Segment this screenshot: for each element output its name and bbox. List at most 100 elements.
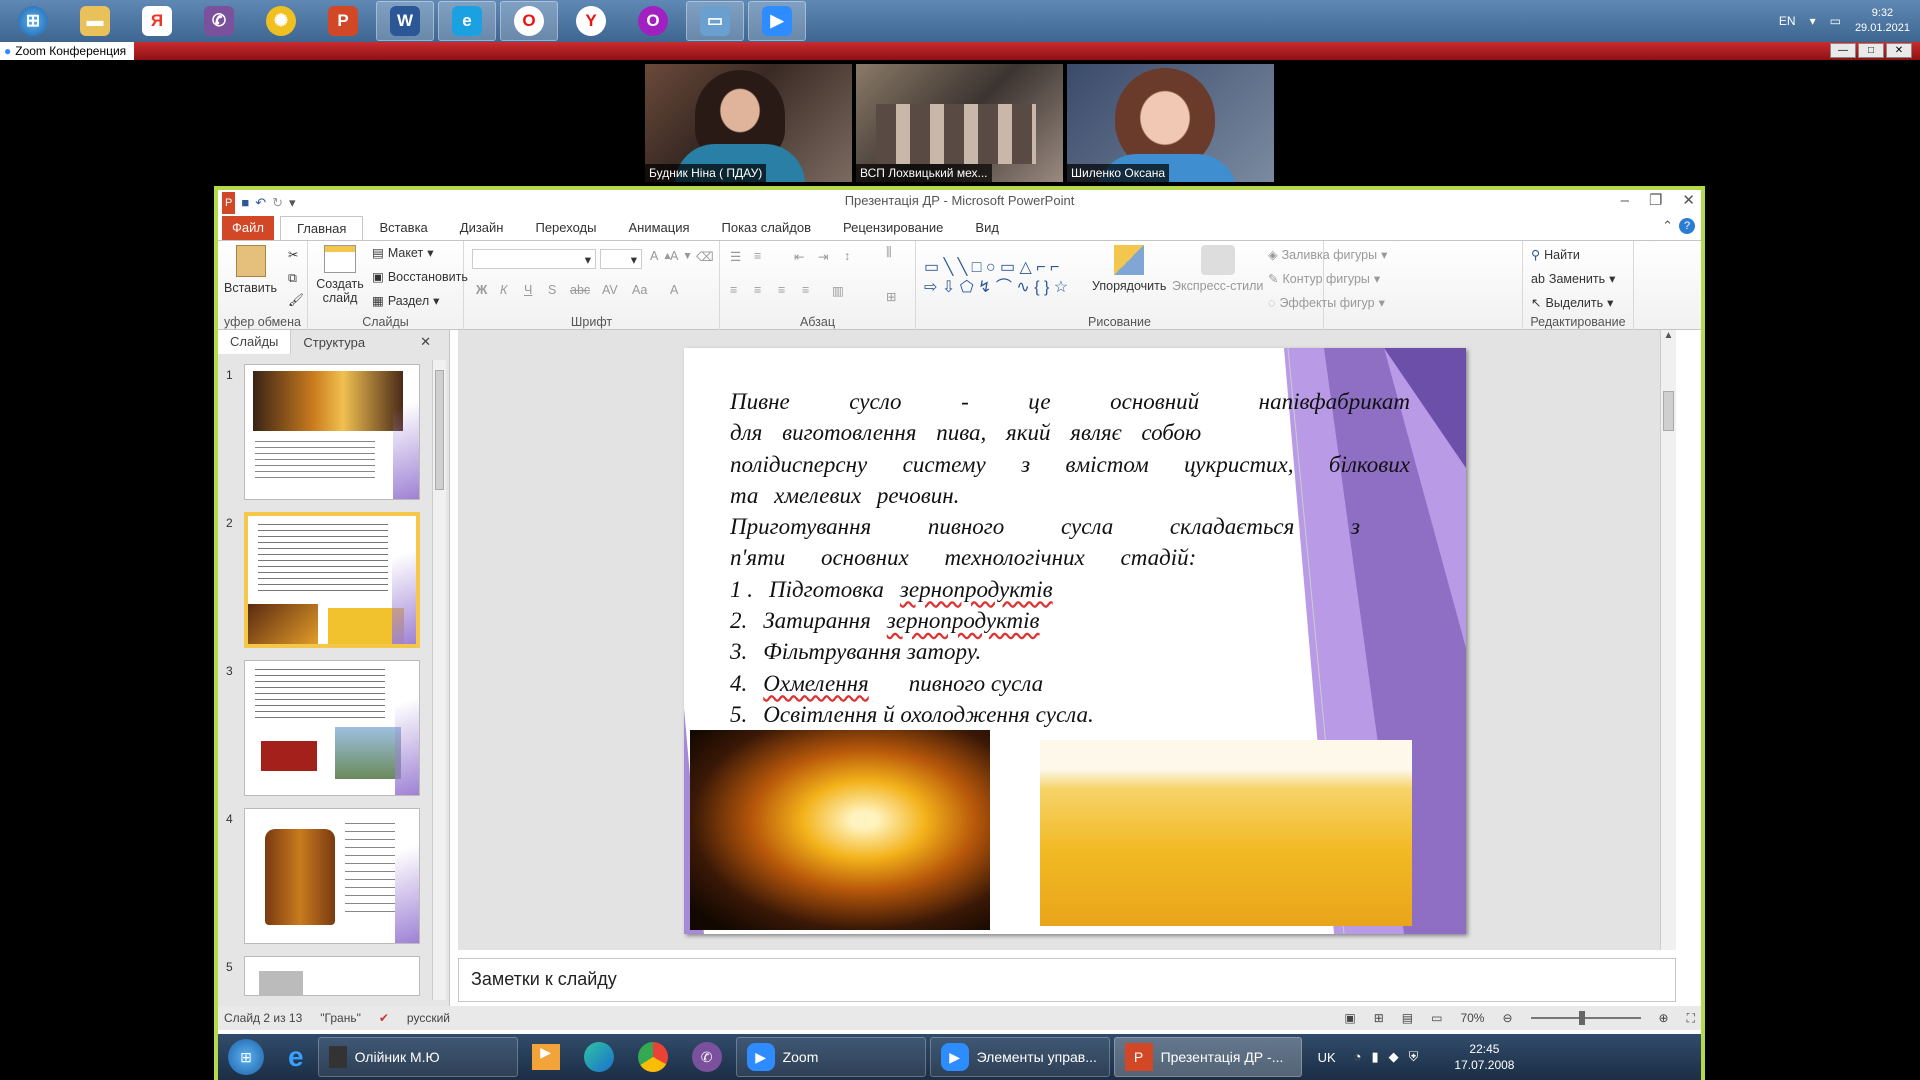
italic-icon[interactable]: К xyxy=(500,283,507,297)
line-spacing-icon[interactable]: ↕ xyxy=(844,249,850,263)
columns-icon[interactable]: ▥ xyxy=(832,283,844,298)
spacing-icon[interactable]: AV xyxy=(602,283,618,297)
tab-review[interactable]: Рецензирование xyxy=(827,216,959,240)
theme-name[interactable]: "Грань" xyxy=(320,1011,361,1025)
align-left-icon[interactable]: ≡ xyxy=(730,283,737,297)
participant-tile[interactable]: ВСП Лохвицький мех... xyxy=(856,64,1063,182)
cut-icon[interactable]: ✂ xyxy=(288,247,298,262)
tab-design[interactable]: Дизайн xyxy=(444,216,520,240)
redo-icon[interactable]: ↻ xyxy=(272,192,283,214)
slideshow-view-icon[interactable]: ▭ xyxy=(1431,1011,1442,1025)
tab-slides[interactable]: Слайды xyxy=(218,330,292,354)
align-center-icon[interactable]: ≡ xyxy=(754,283,761,297)
increase-indent-icon[interactable]: ⇥ xyxy=(818,249,828,264)
opera-gx-button[interactable]: O xyxy=(624,1,682,41)
shrink-font-icon[interactable]: A ▼ xyxy=(670,249,693,263)
language-status[interactable]: русский xyxy=(407,1011,450,1025)
fit-window-icon[interactable]: ⛶ xyxy=(1687,1011,1695,1026)
slide-thumbnail-4[interactable] xyxy=(244,808,420,944)
taskbar-item-zoom[interactable]: ▶ Zoom xyxy=(735,1037,926,1077)
smartart-icon[interactable]: ⊞ xyxy=(886,289,896,304)
explorer-button[interactable]: ▬ xyxy=(66,1,124,41)
ie-button[interactable]: e xyxy=(438,1,496,41)
word-button[interactable]: W xyxy=(376,1,434,41)
tray-arrow-icon[interactable]: ▾ xyxy=(1810,14,1816,28)
normal-view-icon[interactable]: ▣ xyxy=(1344,1011,1355,1025)
taskbar-item-presentation[interactable]: P Презентація ДР -... xyxy=(1113,1037,1302,1077)
edge-button[interactable] xyxy=(574,1037,624,1077)
close-button[interactable]: ✕ xyxy=(1886,43,1912,58)
font-color-icon[interactable]: A xyxy=(670,283,678,297)
powerpoint-button[interactable]: P xyxy=(314,1,372,41)
underline-icon[interactable]: Ч xyxy=(524,283,532,297)
copy-icon[interactable]: ⧉ xyxy=(288,271,297,286)
zoom-button[interactable]: ▶ xyxy=(748,1,806,41)
undo-icon[interactable]: ↶ xyxy=(255,192,266,214)
tab-file[interactable]: Файл xyxy=(222,216,274,240)
tab-outline[interactable]: Структура xyxy=(291,335,377,350)
arrange-button[interactable]: Упорядочить xyxy=(1092,245,1166,293)
font-size-select[interactable]: ▾ xyxy=(600,249,642,269)
save-icon[interactable]: ■ xyxy=(241,192,249,214)
clear-format-icon[interactable]: ⌫ xyxy=(696,249,714,264)
inner-clock[interactable]: 22:45 17.07.2008 xyxy=(1454,1041,1514,1073)
viber-button[interactable]: ✆ xyxy=(190,1,248,41)
shape-fill-button[interactable]: ◈ Заливка фигуры ▾ xyxy=(1268,247,1387,263)
zoom-in-icon[interactable]: ⊕ xyxy=(1659,1011,1669,1025)
scroll-up-arrow-icon[interactable]: ▲ xyxy=(1661,330,1676,341)
bullets-icon[interactable]: ☰ xyxy=(730,249,741,264)
tab-view[interactable]: Вид xyxy=(959,216,1015,240)
slide[interactable]: Пивне сусло - це основний напівфабрикат … xyxy=(684,348,1466,934)
align-right-icon[interactable]: ≡ xyxy=(778,283,785,297)
shape-effects-button[interactable]: ◌ Эффекты фигур ▾ xyxy=(1268,295,1385,311)
help-icon[interactable]: ? xyxy=(1679,218,1695,234)
tab-insert[interactable]: Вставка xyxy=(363,216,443,240)
numbering-icon[interactable]: ≡ xyxy=(754,249,761,263)
zoom-level[interactable]: 70% xyxy=(1460,1011,1484,1025)
slide-thumbnail-2[interactable] xyxy=(244,512,420,648)
shadow-icon[interactable]: S xyxy=(548,283,556,297)
new-slide-button[interactable]: Создать слайд xyxy=(314,245,366,305)
collapse-ribbon-icon[interactable]: ⌃ xyxy=(1662,218,1673,234)
yandex-browser-button[interactable]: Я xyxy=(128,1,186,41)
panel-scroll-thumb[interactable] xyxy=(435,370,444,490)
slide-thumbnail-1[interactable] xyxy=(244,364,420,500)
remote-desktop-button[interactable]: ▭ xyxy=(686,1,744,41)
quick-styles-button[interactable]: Экспресс-стили xyxy=(1172,245,1263,293)
canvas-scrollbar[interactable]: ▲ xyxy=(1660,330,1676,950)
participant-tile[interactable]: Шиленко Оксана xyxy=(1067,64,1274,182)
tab-home[interactable]: Главная xyxy=(279,216,364,240)
tab-animation[interactable]: Анимация xyxy=(612,216,705,240)
viber-button[interactable]: ✆ xyxy=(682,1037,732,1077)
zoom-out-icon[interactable]: ⊖ xyxy=(1502,1011,1512,1025)
spellcheck-icon[interactable]: ✔ xyxy=(379,1011,389,1025)
close-button[interactable]: ✕ xyxy=(1682,190,1695,212)
taskbar-item-controls[interactable]: ▶ Элементы управ... xyxy=(929,1037,1110,1077)
case-icon[interactable]: Aa xyxy=(632,283,647,297)
find-button[interactable]: ⚲ Найти xyxy=(1531,247,1580,263)
zoom-slider[interactable] xyxy=(1530,1011,1641,1025)
restore-button[interactable]: ❐ xyxy=(1649,190,1662,212)
shapes-gallery[interactable]: ▭ ╲ ╲ □ ○ ▭ △ ⌐ ⌐ ⇨ ⇩ ⬠ ↯ ⌒ ∿ { } ☆ xyxy=(924,245,1074,311)
panel-scrollbar[interactable] xyxy=(432,360,446,1000)
maximize-button[interactable]: □ xyxy=(1858,43,1884,58)
app-button[interactable]: ✺ xyxy=(252,1,310,41)
select-button[interactable]: ↖ Выделить ▾ xyxy=(1531,295,1613,311)
close-panel-icon[interactable]: ✕ xyxy=(408,334,443,350)
shape-outline-button[interactable]: ✎ Контур фигуры ▾ xyxy=(1268,271,1380,287)
zoom-slider-thumb[interactable] xyxy=(1578,1011,1585,1025)
tab-transitions[interactable]: Переходы xyxy=(519,216,612,240)
slide-thumbnail-5[interactable] xyxy=(244,956,420,996)
ie-taskbar-button[interactable]: e xyxy=(278,1037,314,1077)
reading-view-icon[interactable]: ▤ xyxy=(1402,1011,1413,1025)
chrome-button[interactable] xyxy=(628,1037,678,1077)
tray-icons[interactable]: ◔▮◆⛨ xyxy=(1354,1049,1429,1065)
canvas-scroll-thumb[interactable] xyxy=(1663,391,1674,431)
bold-icon[interactable]: Ж xyxy=(476,283,487,297)
format-painter-icon[interactable]: 🖌 xyxy=(288,293,304,308)
inner-language[interactable]: UK xyxy=(1318,1050,1336,1065)
sorter-view-icon[interactable]: ⊞ xyxy=(1374,1011,1384,1025)
network-icon[interactable]: ▭ xyxy=(1830,14,1841,28)
notes-pane[interactable]: Заметки к слайду xyxy=(458,958,1676,1002)
justify-icon[interactable]: ≡ xyxy=(802,283,809,297)
